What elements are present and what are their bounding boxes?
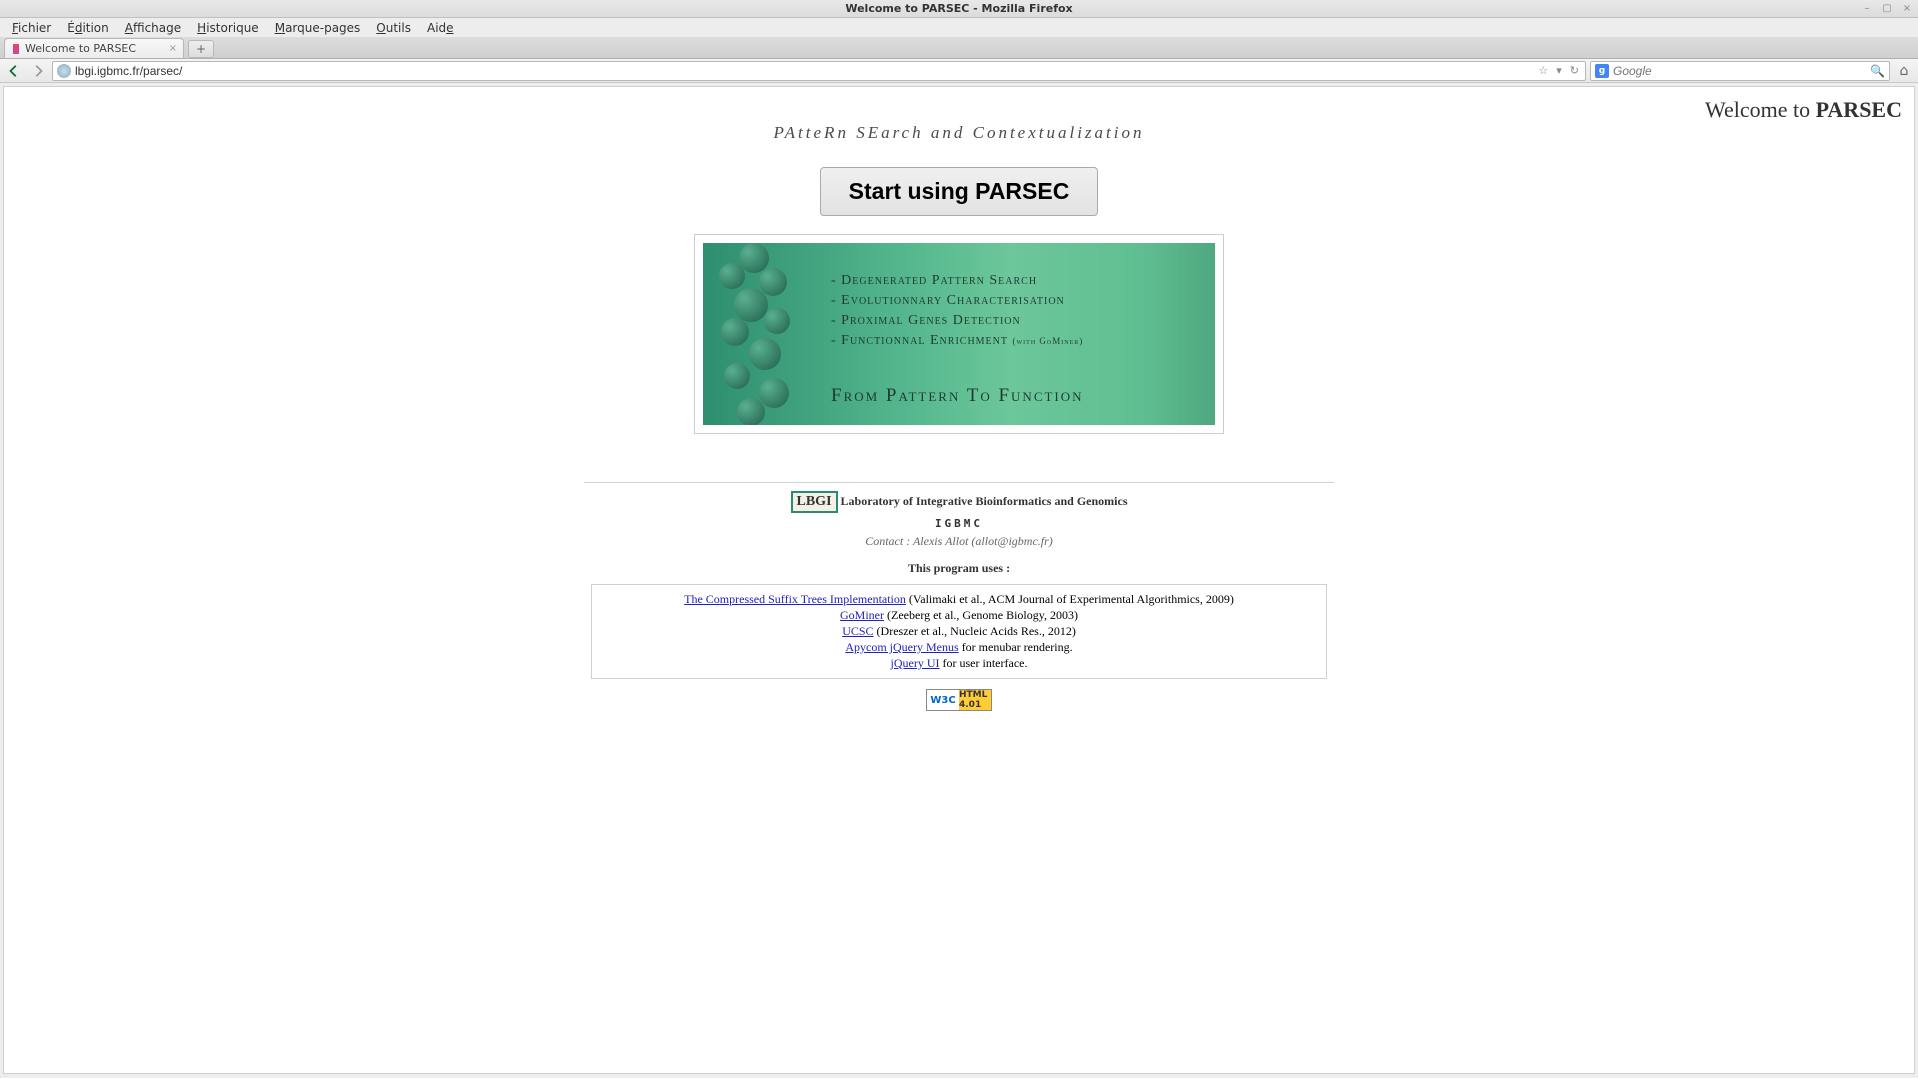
minimize-icon[interactable]: – <box>1860 1 1874 15</box>
nav-toolbar: ☆ ▾ ↻ g 🔍 ⌂ <box>0 59 1918 83</box>
tab-close-icon[interactable]: × <box>169 43 177 54</box>
lbgi-badge: LBGI <box>791 491 838 513</box>
igbmc-label: IGBMC <box>4 517 1914 530</box>
references-box: The Compressed Suffix Trees Implementati… <box>591 584 1327 679</box>
favicon-icon <box>13 44 19 54</box>
home-icon: ⌂ <box>1900 63 1909 79</box>
tabbar: Welcome to PARSEC × + <box>0 37 1918 59</box>
search-engine-icon[interactable]: g <box>1595 64 1609 78</box>
banner-line-2: Evolutionnary Characterisation <box>831 293 1083 309</box>
footer: LBGI Laboratory of Integrative Bioinform… <box>4 491 1914 576</box>
url-input[interactable] <box>75 64 1532 78</box>
menubar: Fichier Édition Affichage Historique Mar… <box>0 18 1918 37</box>
w3c-badge[interactable]: W3C HTML 4.01 <box>926 689 992 711</box>
maximize-icon[interactable]: ▢ <box>1880 1 1894 15</box>
back-icon <box>7 64 21 78</box>
search-icon[interactable]: 🔍 <box>1870 64 1885 78</box>
menu-fichier[interactable]: Fichier <box>4 19 59 37</box>
banner-line-1: Degenerated Pattern Search <box>831 273 1083 289</box>
menu-edition[interactable]: Édition <box>59 19 117 37</box>
forward-icon <box>31 64 45 78</box>
lab-name: Laboratory of Integrative Bioinformatics… <box>841 494 1128 508</box>
menu-affichage[interactable]: Affichage <box>117 19 189 37</box>
ref-3: UCSC (Dreszer et al., Nucleic Acids Res.… <box>598 624 1320 639</box>
banner-feature-list: Degenerated Pattern Search Evolutionnary… <box>831 273 1083 353</box>
ref-link-4[interactable]: Apycom jQuery Menus <box>845 640 958 654</box>
ref-5: jQuery UI for user interface. <box>598 656 1320 671</box>
url-dropdown-icon[interactable]: ▾ <box>1554 64 1564 77</box>
w3c-left: W3C <box>927 690 959 710</box>
new-tab-button[interactable]: + <box>188 40 214 58</box>
banner-line-3: Proximal Genes Detection <box>831 313 1083 329</box>
window-titlebar: Welcome to PARSEC - Mozilla Firefox – ▢ … <box>0 0 1918 18</box>
contact-line: Contact : Alexis Allot (allot@igbmc.fr) <box>4 534 1914 549</box>
home-button[interactable]: ⌂ <box>1894 62 1914 80</box>
globe-icon <box>57 64 71 78</box>
search-bar[interactable]: g 🔍 <box>1590 61 1890 81</box>
page-header: Welcome to PARSEC <box>1705 97 1902 123</box>
back-button[interactable] <box>4 62 24 80</box>
ref-1: The Compressed Suffix Trees Implementati… <box>598 592 1320 607</box>
dna-illustration <box>709 243 819 425</box>
menu-outils[interactable]: Outils <box>368 19 419 37</box>
menu-marquepages[interactable]: Marque-pages <box>267 19 369 37</box>
page-viewport: Welcome to PARSEC PAtteRn SEarch and Con… <box>3 86 1915 1074</box>
menu-historique[interactable]: Historique <box>189 19 267 37</box>
ref-4: Apycom jQuery Menus for menubar renderin… <box>598 640 1320 655</box>
ref-link-1[interactable]: The Compressed Suffix Trees Implementati… <box>684 592 906 606</box>
w3c-right: HTML 4.01 <box>959 690 991 710</box>
ref-2: GoMiner (Zeeberg et al., Genome Biology,… <box>598 608 1320 623</box>
forward-button[interactable] <box>28 62 48 80</box>
ref-link-2[interactable]: GoMiner <box>840 608 884 622</box>
banner-line-4: Functionnal Enrichment (with GoMiner) <box>831 333 1083 349</box>
search-input[interactable] <box>1613 64 1866 78</box>
url-bar[interactable]: ☆ ▾ ↻ <box>52 61 1586 81</box>
reload-icon[interactable]: ↻ <box>1568 64 1581 77</box>
window-title: Welcome to PARSEC - Mozilla Firefox <box>845 2 1072 15</box>
banner-frame: Degenerated Pattern Search Evolutionnary… <box>694 234 1224 434</box>
bookmark-star-icon[interactable]: ☆ <box>1536 64 1550 77</box>
banner-slogan: From Pattern To Function <box>831 385 1084 407</box>
uses-label: This program uses : <box>4 561 1914 576</box>
page-subtitle: PAtteRn SEarch and Contextualization <box>4 123 1914 143</box>
ref-link-3[interactable]: UCSC <box>842 624 873 638</box>
start-using-parsec-button[interactable]: Start using PARSEC <box>820 167 1099 216</box>
menu-aide[interactable]: Aide <box>419 19 462 37</box>
close-icon[interactable]: × <box>1900 1 1914 15</box>
browser-tab[interactable]: Welcome to PARSEC × <box>4 38 184 58</box>
lab-line: LBGI Laboratory of Integrative Bioinform… <box>4 491 1914 513</box>
divider <box>584 482 1334 483</box>
ref-link-5[interactable]: jQuery UI <box>891 656 940 670</box>
tab-title: Welcome to PARSEC <box>25 42 136 55</box>
banner: Degenerated Pattern Search Evolutionnary… <box>703 243 1215 425</box>
